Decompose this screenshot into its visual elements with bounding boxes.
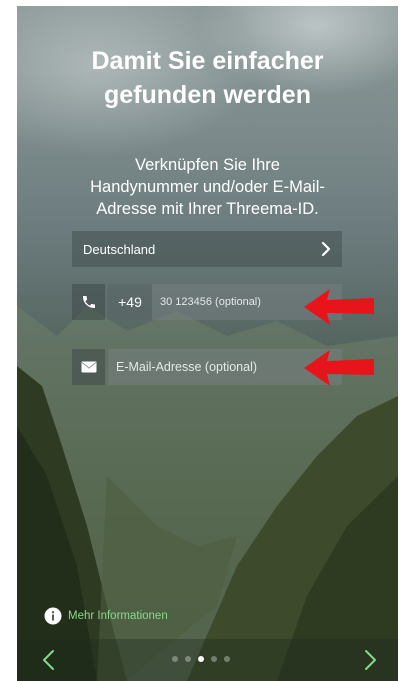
email-icon-box [72, 349, 105, 385]
more-info-label: Mehr Informationen [68, 610, 168, 622]
page-dot-active [198, 656, 204, 662]
envelope-icon [81, 361, 96, 373]
chevron-right-icon[interactable] [360, 648, 380, 672]
page-title: Damit Sie einfacher gefunden werden [91, 47, 324, 109]
page-dot [224, 656, 230, 662]
chevron-left-icon[interactable] [39, 648, 59, 672]
phone-icon-box [72, 284, 105, 320]
page-dot [185, 656, 191, 662]
country-code-prefix[interactable]: +49 [108, 284, 152, 320]
page-dot [172, 656, 178, 662]
bottom-navigation-bar [17, 639, 398, 681]
page-indicator [172, 656, 230, 662]
phone-screen: Damit Sie einfacher gefunden werden Verk… [17, 6, 398, 681]
annotation-arrow-email [304, 350, 374, 386]
page-dot [211, 656, 217, 662]
info-icon [44, 607, 62, 625]
chevron-right-icon [321, 241, 331, 257]
phone-icon [82, 296, 95, 308]
page-subtitle: Verknüpfen Sie Ihre Handynummer und/oder… [90, 156, 325, 218]
country-selector[interactable]: Deutschland [72, 231, 342, 267]
annotation-arrow-phone [304, 289, 374, 325]
country-label: Deutschland [83, 241, 156, 257]
more-info-link[interactable]: Mehr Informationen [44, 606, 168, 626]
